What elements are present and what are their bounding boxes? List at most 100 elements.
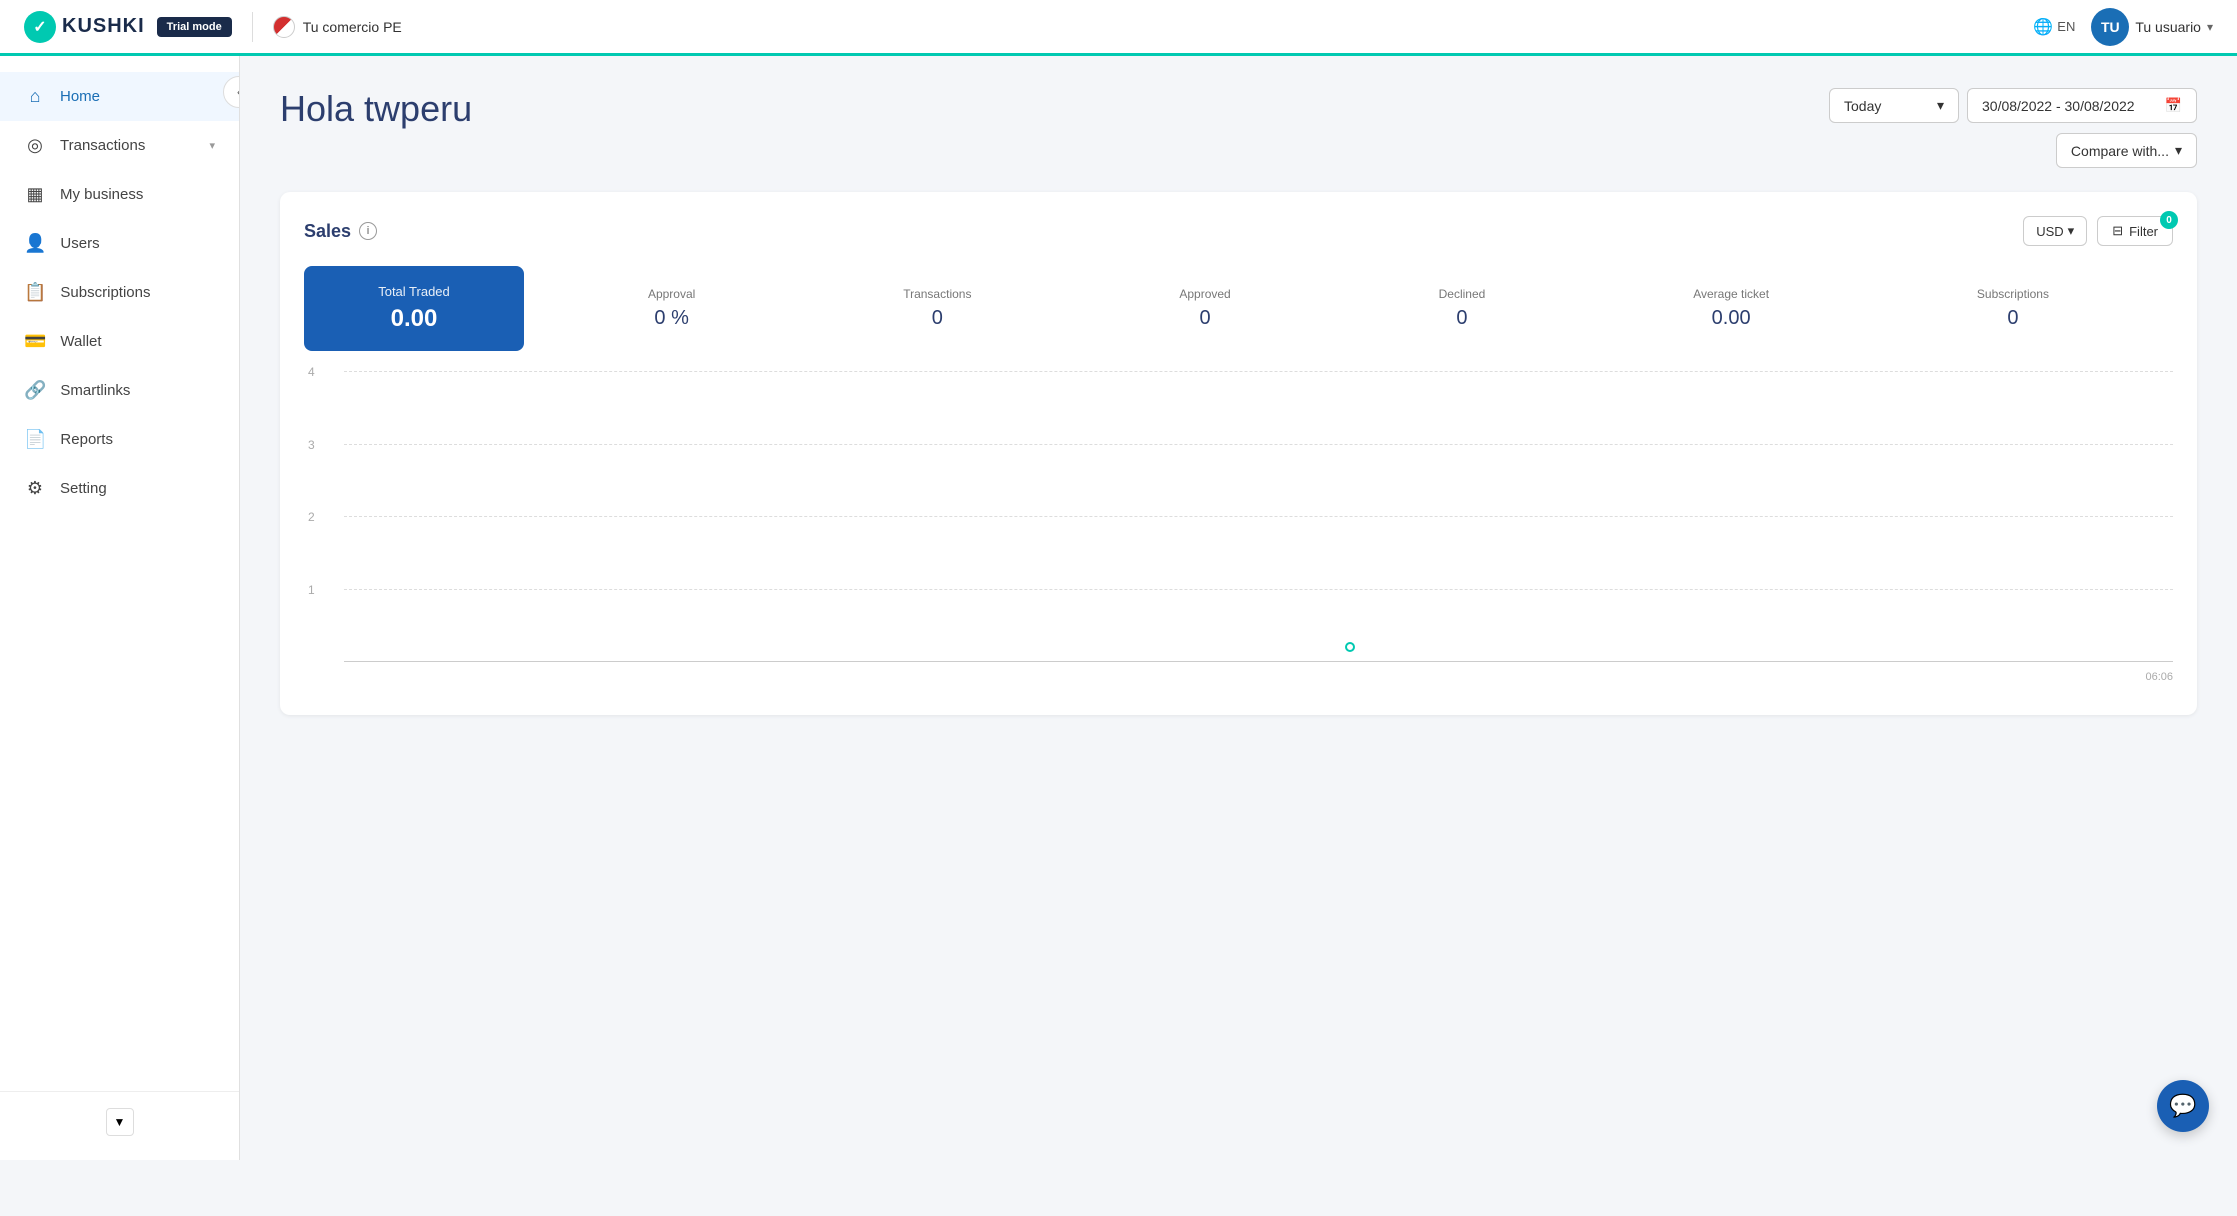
y-label-3: 3 (308, 438, 315, 452)
subscriptions-value: 0 (1977, 307, 2049, 330)
currency-select[interactable]: USD ▾ (2023, 216, 2087, 246)
total-traded-card[interactable]: Total Traded 0.00 (304, 266, 524, 351)
period-chevron-icon: ▾ (1937, 97, 1944, 114)
logo-icon: ✓ (24, 11, 56, 43)
main-content: Hola twperu Today ▾ 30/08/2022 - 30/08/2… (240, 56, 2237, 1160)
compare-chevron-icon: ▾ (2175, 142, 2182, 159)
transactions-label: Transactions (903, 287, 971, 301)
sidebar-bottom: ▼ (0, 1091, 239, 1160)
globe-icon: 🌐 (2033, 17, 2053, 37)
currency-value: USD (2036, 224, 2063, 239)
avg-ticket-value: 0.00 (1693, 307, 1769, 330)
grid-line-4: 4 (344, 371, 2173, 372)
sales-card: Sales i USD ▾ ⊟ Filter 0 (280, 192, 2197, 715)
sales-title-text: Sales (304, 221, 351, 242)
page-header: Hola twperu Today ▾ 30/08/2022 - 30/08/2… (280, 88, 2197, 168)
language-selector[interactable]: 🌐 EN (2033, 17, 2075, 37)
logo-checkmark: ✓ (33, 17, 46, 37)
sidebar-item-setting[interactable]: ⚙ Setting (0, 464, 239, 513)
grid-line-0 (344, 661, 2173, 662)
trial-badge: Trial mode (157, 17, 232, 37)
sidebar-item-label-subscriptions: Subscriptions (60, 284, 150, 301)
topnav-right: 🌐 EN TU Tu usuario ▾ (2033, 8, 2213, 46)
filter-label: Filter (2129, 224, 2158, 239)
sidebar-item-wallet[interactable]: 💳 Wallet (0, 317, 239, 366)
total-traded-value: 0.00 (332, 305, 496, 333)
declined-value: 0 (1439, 307, 1486, 330)
sidebar-item-home[interactable]: ⌂ Home (0, 72, 239, 121)
sidebar-item-label-setting: Setting (60, 480, 107, 497)
my-business-icon: ▦ (24, 184, 46, 205)
date-controls: Today ▾ 30/08/2022 - 30/08/2022 📅 (1829, 88, 2197, 123)
chart-data-dot (1345, 642, 1355, 652)
approval-value: 0 % (648, 307, 695, 330)
currency-chevron-icon: ▾ (2068, 223, 2075, 239)
sidebar-scroll-down-button[interactable]: ▼ (106, 1108, 134, 1136)
sidebar-nav: ⌂ Home ◎ Transactions ▾ ▦ My business 👤 … (0, 56, 239, 1091)
topnav-left: ✓ KUSHKI Trial mode Tu comercio PE (24, 11, 402, 43)
y-label-1: 1 (308, 583, 315, 597)
chat-fab-button[interactable]: 💬 (2157, 1080, 2209, 1132)
language-label: EN (2057, 19, 2075, 34)
wallet-icon: 💳 (24, 331, 46, 352)
approval-label: Approval (648, 287, 695, 301)
chart-grid: 4 3 2 1 06:06 (344, 371, 2173, 661)
nav-divider (252, 12, 253, 42)
date-range-value: 30/08/2022 - 30/08/2022 (1982, 98, 2135, 114)
page-title: Hola twperu (280, 88, 472, 130)
declined-label: Declined (1439, 287, 1486, 301)
avg-ticket-label: Average ticket (1693, 287, 1769, 301)
logo-text: KUSHKI (62, 15, 145, 38)
stats-other: Approval 0 % Transactions 0 Approved 0 D… (524, 266, 2173, 351)
sales-chart: 4 3 2 1 06:06 (304, 371, 2173, 691)
reports-icon: 📄 (24, 429, 46, 450)
sales-controls: USD ▾ ⊟ Filter 0 (2023, 216, 2173, 246)
compare-label: Compare with... (2071, 143, 2169, 159)
filter-badge: 0 (2160, 211, 2178, 229)
sales-card-header: Sales i USD ▾ ⊟ Filter 0 (304, 216, 2173, 246)
transactions-chevron-icon: ▾ (209, 139, 215, 152)
y-label-4: 4 (308, 365, 315, 379)
sidebar-item-transactions[interactable]: ◎ Transactions ▾ (0, 121, 239, 170)
grid-line-2: 2 (344, 516, 2173, 517)
sales-title-group: Sales i (304, 221, 377, 242)
users-icon: 👤 (24, 233, 46, 254)
approved-stat: Approved 0 (1179, 287, 1230, 330)
compare-button[interactable]: Compare with... ▾ (2056, 133, 2197, 168)
period-select[interactable]: Today ▾ (1829, 88, 1959, 123)
grid-line-1: 1 (344, 589, 2173, 590)
avg-ticket-stat: Average ticket 0.00 (1693, 287, 1769, 330)
subscriptions-label: Subscriptions (1977, 287, 2049, 301)
sidebar-item-subscriptions[interactable]: 📋 Subscriptions (0, 268, 239, 317)
sidebar-item-reports[interactable]: 📄 Reports (0, 415, 239, 464)
y-label-2: 2 (308, 510, 315, 524)
setting-icon: ⚙ (24, 478, 46, 499)
commerce-flag: Tu comercio PE (273, 16, 402, 38)
sidebar-item-label-transactions: Transactions (60, 137, 145, 154)
user-avatar: TU (2091, 8, 2129, 46)
sidebar-item-smartlinks[interactable]: 🔗 Smartlinks (0, 366, 239, 415)
date-range-picker[interactable]: 30/08/2022 - 30/08/2022 📅 (1967, 88, 2197, 123)
declined-stat: Declined 0 (1439, 287, 1486, 330)
sales-info-icon[interactable]: i (359, 222, 377, 240)
calendar-icon: 📅 (2165, 97, 2182, 114)
filter-button[interactable]: ⊟ Filter 0 (2097, 216, 2173, 246)
topnav: ✓ KUSHKI Trial mode Tu comercio PE 🌐 EN … (0, 0, 2237, 56)
total-traded-label: Total Traded (332, 284, 496, 299)
sidebar-item-label-users: Users (60, 235, 99, 252)
approval-stat: Approval 0 % (648, 287, 695, 330)
layout: ‹ ⌂ Home ◎ Transactions ▾ ▦ My business … (0, 56, 2237, 1160)
sidebar-item-label-reports: Reports (60, 431, 113, 448)
sidebar-item-label-my-business: My business (60, 186, 143, 203)
chat-icon: 💬 (2169, 1093, 2196, 1119)
period-label: Today (1844, 98, 1881, 114)
sidebar-item-label-wallet: Wallet (60, 333, 101, 350)
user-chevron-icon: ▾ (2207, 20, 2213, 34)
sidebar-item-users[interactable]: 👤 Users (0, 219, 239, 268)
user-info[interactable]: TU Tu usuario ▾ (2091, 8, 2213, 46)
filter-funnel-icon: ⊟ (2112, 223, 2123, 239)
sidebar-item-my-business[interactable]: ▦ My business (0, 170, 239, 219)
peru-flag (273, 16, 295, 38)
transactions-icon: ◎ (24, 135, 46, 156)
subscriptions-icon: 📋 (24, 282, 46, 303)
